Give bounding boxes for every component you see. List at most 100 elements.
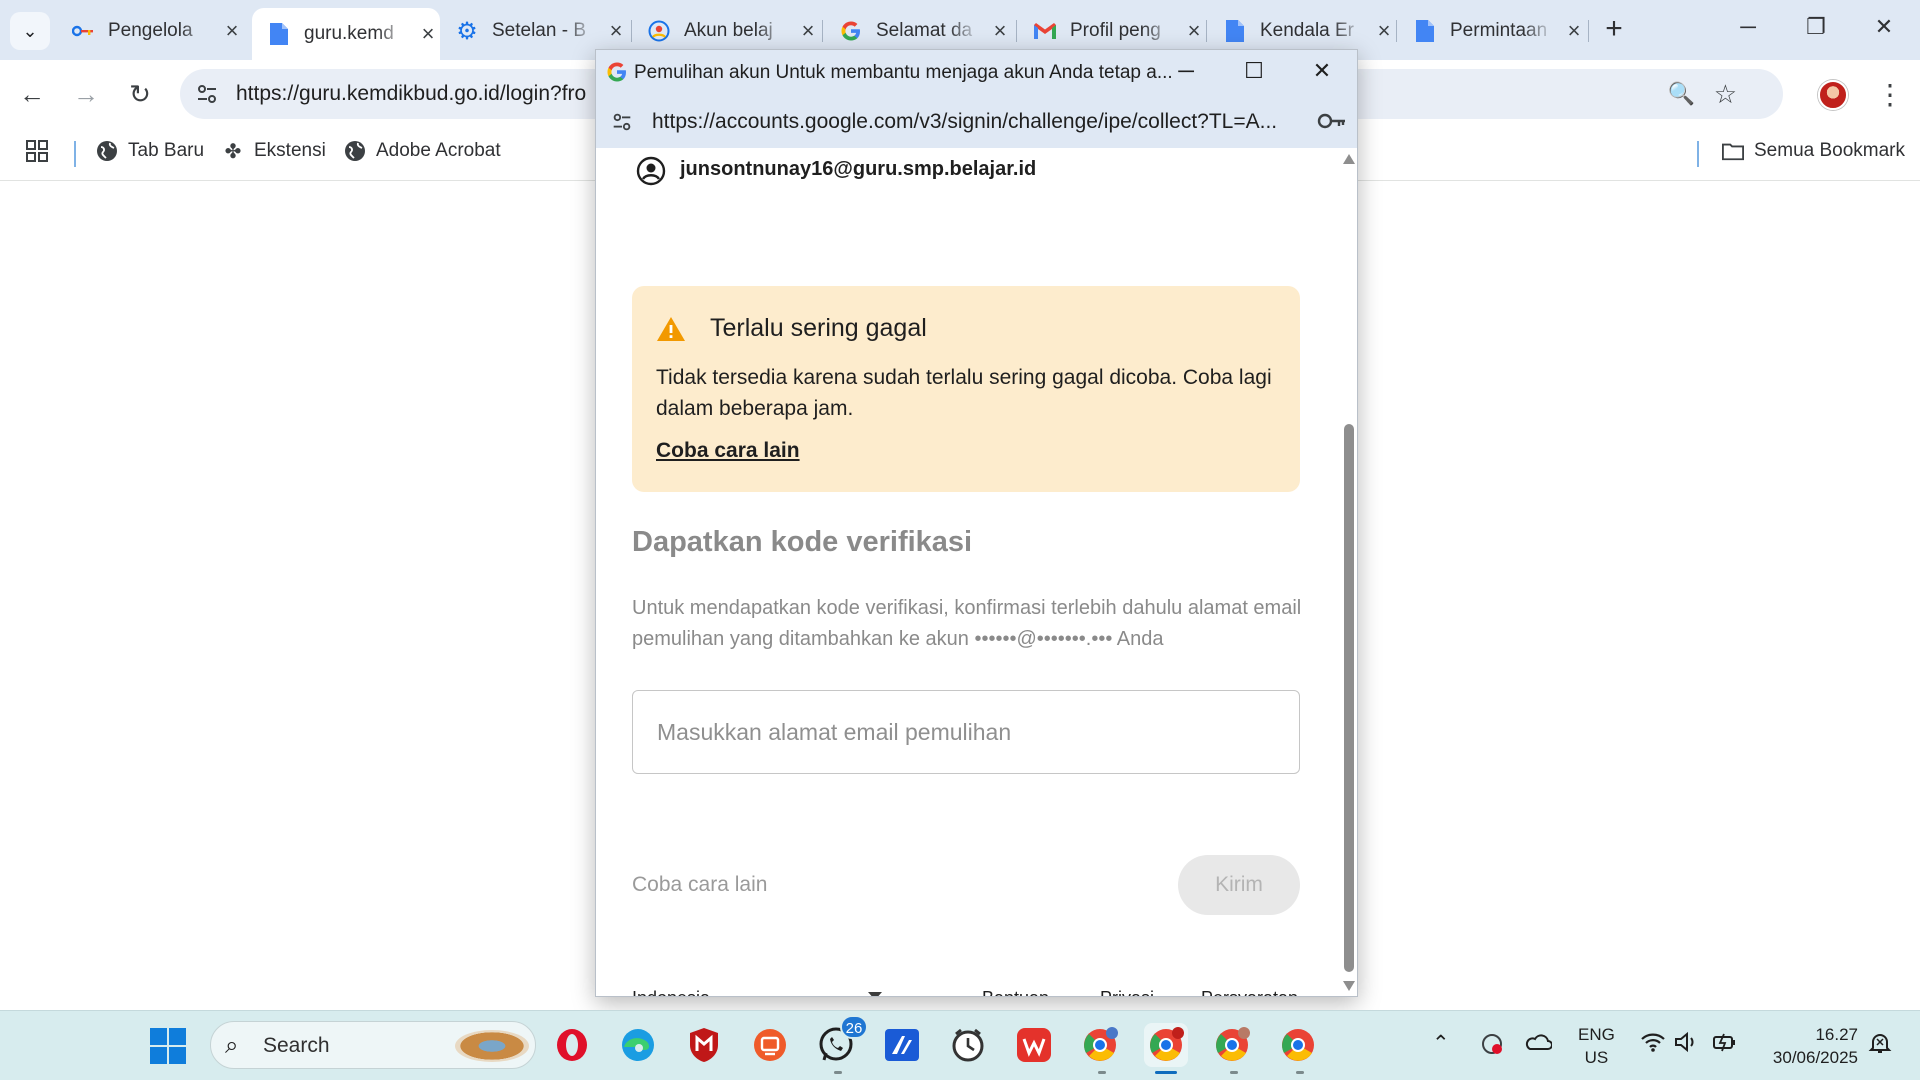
- scroll-up-arrow-icon[interactable]: [1343, 154, 1355, 164]
- taskbar-search-label: Search: [263, 1034, 330, 1057]
- dropdown-caret-icon[interactable]: [868, 992, 882, 996]
- chrome-profile-1-icon[interactable]: [1078, 1023, 1122, 1067]
- wps-office-app-icon[interactable]: [1012, 1023, 1056, 1067]
- tab-selamat-datang[interactable]: Selamat da ×: [824, 10, 1012, 52]
- bookmark-adobe-acrobat[interactable]: Adobe Acrobat: [344, 140, 501, 162]
- chrome-profile-3-icon[interactable]: [1210, 1023, 1254, 1067]
- try-another-way-link[interactable]: Coba cara lain: [656, 439, 800, 463]
- tab-permintaan[interactable]: Permintaan ×: [1398, 10, 1586, 52]
- close-window-button[interactable]: ✕: [1864, 14, 1904, 48]
- tab-profil-pengguna[interactable]: Profil peng ×: [1018, 10, 1206, 52]
- try-another-way-button[interactable]: Coba cara lain: [632, 873, 767, 897]
- taskbar-search[interactable]: ⌕ Search: [210, 1021, 536, 1069]
- popup-maximize-button[interactable]: ☐: [1236, 58, 1272, 88]
- bookmark-star-icon[interactable]: ☆: [1714, 79, 1737, 110]
- back-button[interactable]: ←: [14, 76, 50, 112]
- doc-icon: [1224, 20, 1246, 42]
- system-clock[interactable]: 16.27 30/06/2025: [1762, 1023, 1858, 1069]
- wifi-icon[interactable]: [1640, 1031, 1666, 1059]
- bookmark-label: Adobe Acrobat: [376, 140, 501, 161]
- start-button[interactable]: [150, 1028, 186, 1064]
- google-icon: [606, 61, 628, 83]
- clock-app-icon[interactable]: [946, 1023, 990, 1067]
- reload-icon: ↻: [129, 79, 151, 109]
- restore-button[interactable]: ❐: [1796, 14, 1836, 48]
- account-circle-icon: [636, 156, 666, 186]
- edge-app-icon[interactable]: [616, 1023, 660, 1067]
- tab-akun-belajar[interactable]: Akun belaj ×: [632, 10, 820, 52]
- bookmark-label: Tab Baru: [128, 140, 205, 161]
- chrome-profile-2-icon[interactable]: [1144, 1023, 1188, 1067]
- close-icon[interactable]: ×: [1182, 18, 1206, 44]
- minimize-button[interactable]: ─: [1728, 14, 1768, 48]
- presentation-app-icon[interactable]: [748, 1023, 792, 1067]
- chevron-up-icon[interactable]: ⌃: [1432, 1031, 1450, 1056]
- account-email: junsontnunay16@guru.smp.belajar.id: [680, 158, 1037, 180]
- all-bookmarks-button[interactable]: Semua Bookmark: [1722, 140, 1905, 162]
- tab-separator: [1588, 20, 1589, 42]
- language-code: ENG: [1578, 1025, 1615, 1044]
- tab-separator: [1396, 20, 1397, 42]
- terms-link[interactable]: Persyaratan: [1201, 988, 1298, 996]
- password-key-icon[interactable]: [1317, 108, 1347, 134]
- bookmark-ekstensi[interactable]: ✤ Ekstensi: [222, 140, 326, 163]
- tab-search-button[interactable]: ⌄: [10, 12, 50, 50]
- verification-heading: Dapatkan kode verifikasi: [632, 526, 973, 558]
- close-icon[interactable]: ×: [220, 18, 244, 44]
- profile-avatar[interactable]: [1818, 80, 1848, 110]
- mcafee-app-icon[interactable]: [682, 1023, 726, 1067]
- tab-separator: [1016, 20, 1017, 42]
- opera-app-icon[interactable]: [550, 1023, 594, 1067]
- site-info-icon[interactable]: [194, 81, 220, 107]
- tab-pengelola[interactable]: Pengelola ×: [56, 10, 244, 52]
- close-icon[interactable]: ×: [1562, 18, 1586, 44]
- battery-icon[interactable]: [1712, 1031, 1738, 1059]
- popup-titlebar: Pemulihan akun Untuk membantu menjaga ak…: [596, 50, 1357, 96]
- search-icon: ⌕: [225, 1032, 239, 1059]
- volume-icon[interactable]: [1674, 1031, 1698, 1059]
- close-icon[interactable]: ×: [604, 18, 628, 44]
- tab-label: Pengelola: [108, 20, 193, 41]
- onedrive-icon[interactable]: [1524, 1031, 1553, 1057]
- gmail-icon: [1034, 20, 1056, 42]
- running-indicator: [1230, 1071, 1238, 1074]
- running-indicator: [834, 1071, 842, 1074]
- close-icon[interactable]: ×: [796, 18, 820, 44]
- tab-kendala[interactable]: Kendala Er ×: [1208, 10, 1396, 52]
- zoom-icon[interactable]: 🔍: [1668, 81, 1695, 107]
- send-button[interactable]: Kirim: [1178, 855, 1300, 915]
- popup-close-button[interactable]: ✕: [1304, 58, 1340, 88]
- close-icon[interactable]: ×: [1372, 18, 1396, 44]
- reload-button[interactable]: ↻: [122, 76, 158, 112]
- verification-description: Untuk mendapatkan kode verifikasi, konfi…: [632, 597, 1302, 650]
- chrome-app-icon[interactable]: [1276, 1023, 1320, 1067]
- recovery-email-input[interactable]: [632, 690, 1300, 774]
- new-tab-button[interactable]: +: [1596, 12, 1632, 48]
- popup-minimize-button[interactable]: ─: [1168, 58, 1204, 88]
- popup-address-bar[interactable]: https://accounts.google.com/v3/signin/ch…: [596, 96, 1357, 148]
- more-menu-icon[interactable]: ⋮: [1876, 78, 1904, 111]
- recording-tray-icon[interactable]: [1480, 1031, 1504, 1063]
- input-language-indicator[interactable]: ENG US: [1578, 1023, 1615, 1069]
- account-recovery-popup: Pemulihan akun Untuk membantu menjaga ak…: [595, 49, 1358, 997]
- bookmark-tab-baru[interactable]: Tab Baru: [96, 140, 204, 162]
- close-icon[interactable]: ×: [416, 21, 440, 47]
- folder-icon: [1722, 140, 1744, 162]
- tab-guru-kemdikbud[interactable]: guru.kemd ×: [252, 8, 440, 60]
- site-info-icon[interactable]: [610, 110, 634, 134]
- whatsapp-app-icon[interactable]: 26: [814, 1015, 868, 1067]
- scroll-down-arrow-icon[interactable]: [1343, 981, 1355, 991]
- tab-separator: [1206, 20, 1207, 42]
- close-icon[interactable]: ×: [988, 18, 1012, 44]
- privacy-link[interactable]: Privasi: [1100, 988, 1154, 996]
- language-selector[interactable]: Indonesia: [632, 988, 710, 996]
- help-link[interactable]: Bantuan: [982, 988, 1049, 996]
- scrollbar-thumb[interactable]: [1344, 424, 1354, 972]
- tab-separator: [822, 20, 823, 42]
- word-app-icon[interactable]: [880, 1023, 924, 1067]
- tab-label: Profil peng: [1070, 20, 1161, 41]
- forward-button[interactable]: →: [68, 76, 104, 112]
- apps-button[interactable]: [26, 140, 58, 162]
- tab-setelan[interactable]: ⚙ Setelan - B ×: [440, 10, 628, 52]
- notification-bell-icon[interactable]: [1868, 1031, 1892, 1061]
